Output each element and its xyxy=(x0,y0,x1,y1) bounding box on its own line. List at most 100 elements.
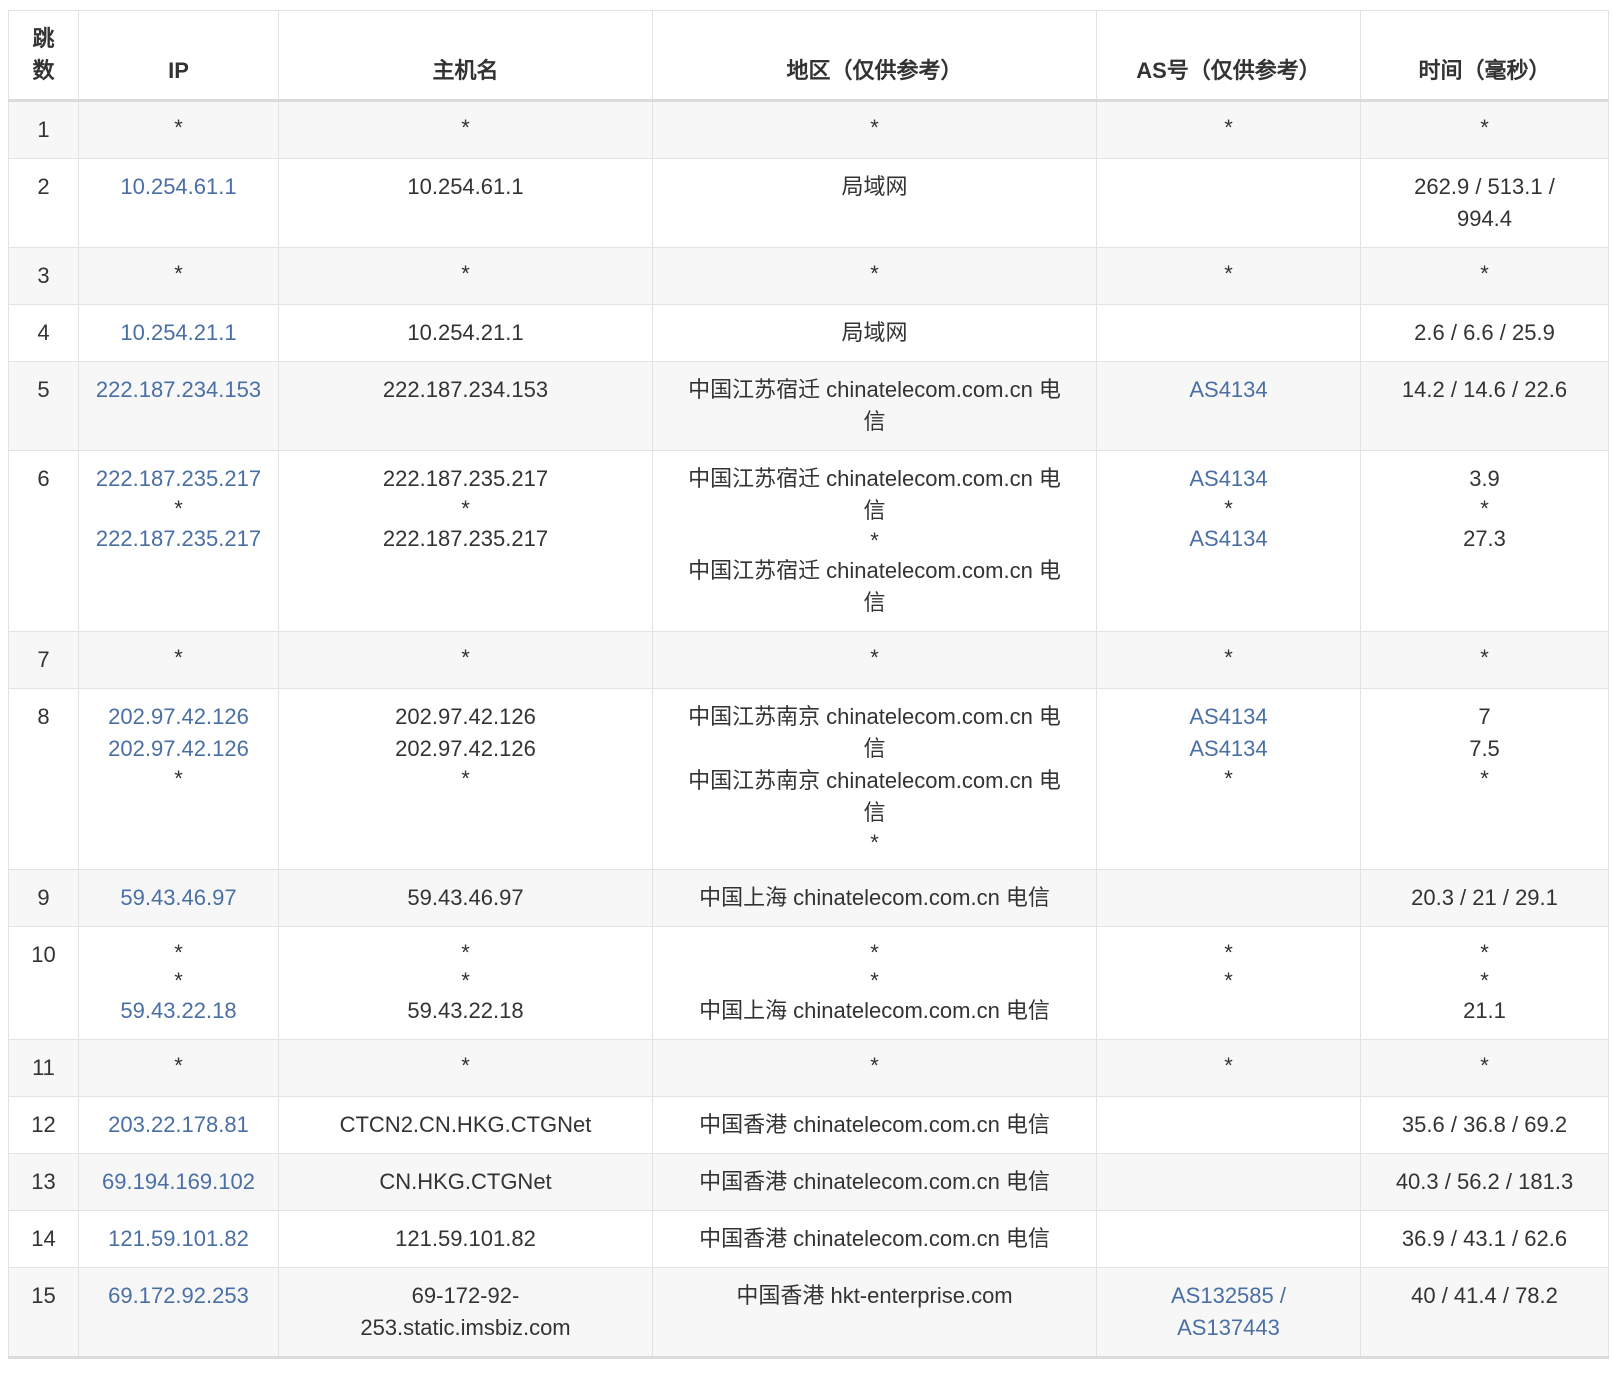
ip-cell: 69.172.92.253 xyxy=(78,1267,279,1359)
asn-link[interactable]: AS4134 xyxy=(1107,523,1350,555)
time-text: 40 / 41.4 / 78.2 xyxy=(1411,1283,1558,1308)
timeout-marker: * xyxy=(461,940,470,965)
timeout-marker: * xyxy=(1224,115,1233,140)
timeout-marker: * xyxy=(461,645,470,670)
ip-link[interactable]: 69.194.169.102 xyxy=(89,1166,268,1198)
ip-link[interactable]: 222.187.235.217 xyxy=(89,463,268,495)
header-row: 跳 数 IP 主机名 地区（仅供参考） AS号（仅供参考） 时间（毫秒） xyxy=(8,10,1609,102)
ip-link[interactable]: 10.254.61.1 xyxy=(89,171,268,203)
asn-link[interactable]: AS4134 xyxy=(1107,463,1350,495)
asn-cell xyxy=(1096,1096,1361,1154)
timeout-marker: * xyxy=(870,261,879,286)
timeout-marker: * xyxy=(1224,766,1233,791)
ip-link[interactable]: 222.187.234.153 xyxy=(89,374,268,406)
location-text: 中国江苏南京 chinatelecom.com.cn 电 xyxy=(688,704,1061,729)
timeout-marker: * xyxy=(1480,968,1489,993)
table-row: 1 * * * * * xyxy=(8,100,1609,159)
hostname-cell: * xyxy=(278,1039,653,1097)
asn-link[interactable]: AS4134 xyxy=(1107,374,1350,406)
location-cell: 中国香港 hkt-enterprise.com xyxy=(652,1267,1097,1359)
table-row: 15 69.172.92.253 69-172-92- 253.static.imsb… xyxy=(8,1267,1609,1359)
hostname-text: 10.254.61.1 xyxy=(407,174,524,199)
ip-link[interactable]: 203.22.178.81 xyxy=(89,1109,268,1141)
header-time: 时间（毫秒） xyxy=(1360,10,1609,102)
ip-link[interactable]: 69.172.92.253 xyxy=(89,1280,268,1312)
hop-number: 11 xyxy=(8,1039,79,1097)
time-cell: 40 / 41.4 / 78.2 xyxy=(1360,1267,1609,1359)
ip-link[interactable]: 59.43.22.18 xyxy=(89,995,268,1027)
table-header: 跳 数 IP 主机名 地区（仅供参考） AS号（仅供参考） 时间（毫秒） xyxy=(8,10,1609,102)
location-cell: 中国香港 chinatelecom.com.cn 电信 xyxy=(652,1153,1097,1211)
ip-link[interactable]: 202.97.42.126 xyxy=(89,701,268,733)
time-cell: 3.9 * 27.3 xyxy=(1360,450,1609,632)
table-row: 4 10.254.21.1 10.254.21.1 局域网 2.6 / 6.6 / 25… xyxy=(8,304,1609,362)
hostname-cell: * xyxy=(278,100,653,159)
timeout-marker: * xyxy=(870,645,879,670)
location-text: 中国上海 chinatelecom.com.cn 电信 xyxy=(699,998,1050,1023)
ip-cell: * xyxy=(78,1039,279,1097)
hostname-cell: 69-172-92- 253.static.imsbiz.com xyxy=(278,1267,653,1359)
hostname-text: 202.97.42.126 xyxy=(395,704,536,729)
ip-cell: 202.97.42.126 202.97.42.126 * xyxy=(78,688,279,870)
hostname-text: 59.43.46.97 xyxy=(407,885,524,910)
table-row: 5 222.187.234.153 222.187.234.153 中国江苏宿迁 ch… xyxy=(8,361,1609,451)
hop-number: 10 xyxy=(8,926,79,1040)
ip-link[interactable]: 10.254.21.1 xyxy=(89,317,268,349)
traceroute-table: 跳 数 IP 主机名 地区（仅供参考） AS号（仅供参考） 时间（毫秒） 1 * *… xyxy=(8,10,1609,1359)
ip-link[interactable]: 59.43.46.97 xyxy=(89,882,268,914)
time-text: 3.9 xyxy=(1469,466,1500,491)
time-text: 262.9 / 513.1 / xyxy=(1414,174,1555,199)
asn-cell: * xyxy=(1096,100,1361,159)
ip-link[interactable]: 121.59.101.82 xyxy=(89,1223,268,1255)
hop-number: 4 xyxy=(8,304,79,362)
hop-number: 3 xyxy=(8,247,79,305)
timeout-marker: * xyxy=(174,115,183,140)
asn-cell: * xyxy=(1096,1039,1361,1097)
time-text: 7 xyxy=(1478,704,1491,729)
ip-cell: 59.43.46.97 xyxy=(78,869,279,927)
location-text: 中国香港 chinatelecom.com.cn 电信 xyxy=(699,1169,1050,1194)
location-cell: 中国江苏宿迁 chinatelecom.com.cn 电信 xyxy=(652,361,1097,451)
location-text: 中国上海 chinatelecom.com.cn 电信 xyxy=(699,885,1050,910)
location-text: 信 xyxy=(863,736,886,761)
time-text: 36.9 / 43.1 / 62.6 xyxy=(1401,1226,1568,1251)
hostname-text: 222.187.235.217 xyxy=(382,526,549,551)
asn-link[interactable]: AS132585 / xyxy=(1107,1280,1350,1312)
ip-cell: 222.187.235.217 * 222.187.235.217 xyxy=(78,450,279,632)
ip-cell: * xyxy=(78,631,279,689)
asn-cell: AS132585 /AS137443 xyxy=(1096,1267,1361,1359)
timeout-marker: * xyxy=(1480,261,1489,286)
ip-link[interactable]: 202.97.42.126 xyxy=(89,733,268,765)
ip-cell: * * 59.43.22.18 xyxy=(78,926,279,1040)
hostname-cell: * * 59.43.22.18 xyxy=(278,926,653,1040)
table-row: 3 * * * * * xyxy=(8,247,1609,305)
timeout-marker: * xyxy=(1480,645,1489,670)
hostname-cell: CTCN2.CN.HKG.CTGNet xyxy=(278,1096,653,1154)
location-text: 信 xyxy=(863,409,886,434)
ip-cell: * xyxy=(78,247,279,305)
time-cell: 7 7.5 * xyxy=(1360,688,1609,870)
location-cell: * xyxy=(652,631,1097,689)
asn-link[interactable]: AS137443 xyxy=(1107,1312,1350,1344)
header-hop-line1: 跳 xyxy=(32,26,55,51)
ip-link[interactable]: 222.187.235.217 xyxy=(89,523,268,555)
asn-link[interactable]: AS4134 xyxy=(1107,701,1350,733)
hostname-cell: 222.187.235.217 * 222.187.235.217 xyxy=(278,450,653,632)
location-cell: * * 中国上海 chinatelecom.com.cn 电信 xyxy=(652,926,1097,1040)
hostname-text: 121.59.101.82 xyxy=(395,1226,536,1251)
location-text: 中国江苏宿迁 chinatelecom.com.cn 电 xyxy=(688,558,1061,583)
table-row: 7 * * * * * xyxy=(8,631,1609,689)
time-text: 35.6 / 36.8 / 69.2 xyxy=(1401,1112,1568,1137)
asn-link[interactable]: AS4134 xyxy=(1107,733,1350,765)
timeout-marker: * xyxy=(461,1053,470,1078)
timeout-marker: * xyxy=(174,766,183,791)
timeout-marker: * xyxy=(1224,940,1233,965)
timeout-marker: * xyxy=(461,261,470,286)
location-cell: 中国香港 chinatelecom.com.cn 电信 xyxy=(652,1096,1097,1154)
time-cell: * xyxy=(1360,631,1609,689)
location-cell: 中国江苏宿迁 chinatelecom.com.cn 电信 * 中国江苏宿迁 chi… xyxy=(652,450,1097,632)
timeout-marker: * xyxy=(461,496,470,521)
hostname-text: 10.254.21.1 xyxy=(407,320,524,345)
hostname-text: 202.97.42.126 xyxy=(395,736,536,761)
timeout-marker: * xyxy=(174,968,183,993)
